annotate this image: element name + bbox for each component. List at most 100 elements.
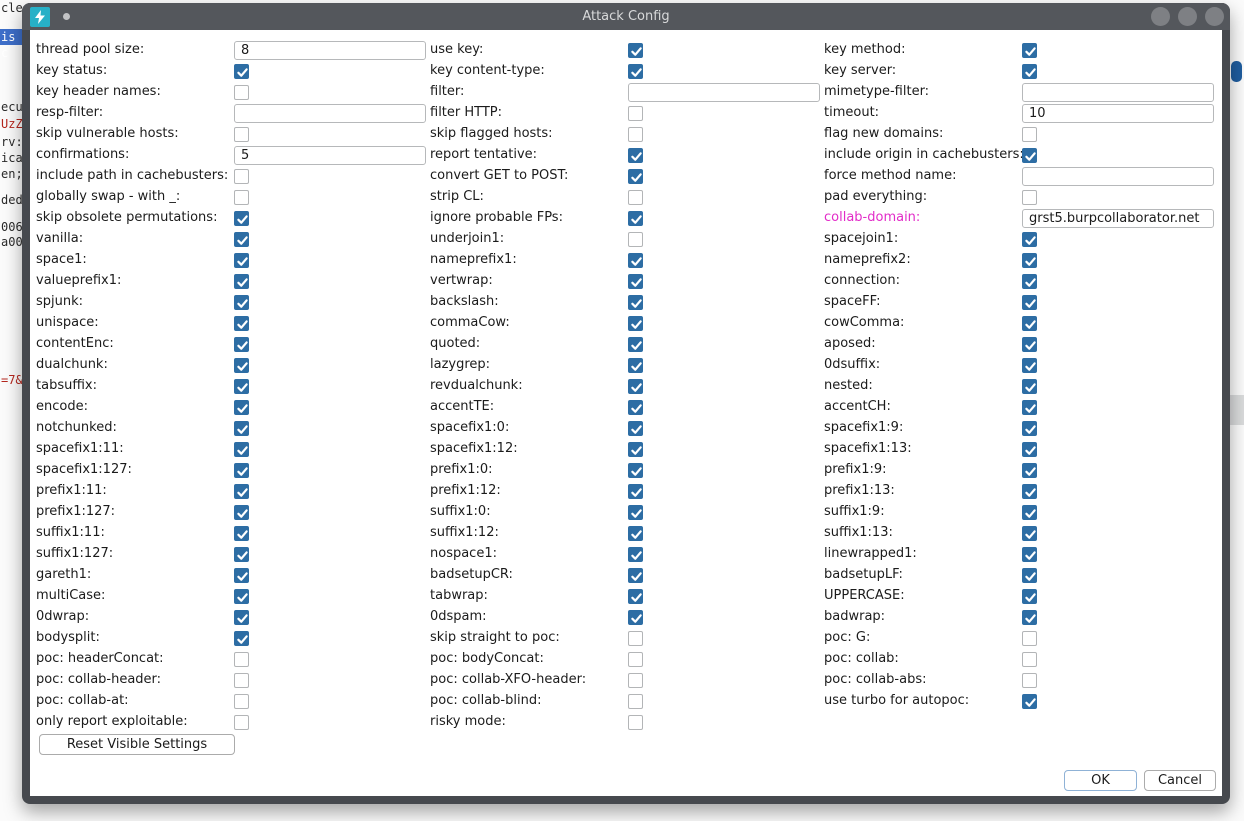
checkbox[interactable] bbox=[628, 337, 643, 352]
checkbox[interactable] bbox=[628, 652, 643, 667]
checkbox[interactable] bbox=[1022, 64, 1037, 79]
checkbox[interactable] bbox=[234, 316, 249, 331]
checkbox[interactable] bbox=[234, 589, 249, 604]
checkbox[interactable] bbox=[628, 715, 643, 730]
checkbox[interactable] bbox=[1022, 316, 1037, 331]
checkbox[interactable] bbox=[234, 547, 249, 562]
text-input[interactable] bbox=[234, 104, 426, 123]
checkbox[interactable] bbox=[628, 673, 643, 688]
checkbox[interactable] bbox=[234, 85, 249, 100]
checkbox[interactable] bbox=[1022, 274, 1037, 289]
checkbox[interactable] bbox=[628, 442, 643, 457]
text-input[interactable] bbox=[628, 83, 820, 102]
checkbox[interactable] bbox=[234, 337, 249, 352]
maximize-button[interactable] bbox=[1178, 7, 1197, 26]
checkbox[interactable] bbox=[628, 274, 643, 289]
checkbox[interactable] bbox=[628, 610, 643, 625]
checkbox[interactable] bbox=[628, 358, 643, 373]
checkbox[interactable] bbox=[234, 568, 249, 583]
checkbox[interactable] bbox=[628, 232, 643, 247]
checkbox[interactable] bbox=[1022, 337, 1037, 352]
checkbox[interactable] bbox=[1022, 463, 1037, 478]
checkbox[interactable] bbox=[628, 64, 643, 79]
checkbox[interactable] bbox=[1022, 253, 1037, 268]
checkbox[interactable] bbox=[1022, 442, 1037, 457]
checkbox[interactable] bbox=[1022, 631, 1037, 646]
checkbox[interactable] bbox=[234, 442, 249, 457]
checkbox[interactable] bbox=[1022, 379, 1037, 394]
checkbox[interactable] bbox=[1022, 652, 1037, 667]
checkbox[interactable] bbox=[234, 232, 249, 247]
checkbox[interactable] bbox=[628, 190, 643, 205]
checkbox[interactable] bbox=[234, 484, 249, 499]
checkbox[interactable] bbox=[1022, 484, 1037, 499]
dialog-titlebar[interactable]: Attack Config bbox=[22, 3, 1230, 30]
checkbox[interactable] bbox=[1022, 526, 1037, 541]
checkbox[interactable] bbox=[234, 169, 249, 184]
checkbox[interactable] bbox=[1022, 547, 1037, 562]
checkbox[interactable] bbox=[234, 610, 249, 625]
text-input[interactable] bbox=[1022, 167, 1214, 186]
checkbox[interactable] bbox=[1022, 568, 1037, 583]
checkbox[interactable] bbox=[628, 694, 643, 709]
text-input[interactable] bbox=[234, 41, 426, 60]
checkbox[interactable] bbox=[234, 295, 249, 310]
checkbox[interactable] bbox=[628, 568, 643, 583]
checkbox[interactable] bbox=[628, 526, 643, 541]
checkbox[interactable] bbox=[234, 127, 249, 142]
checkbox[interactable] bbox=[628, 295, 643, 310]
text-input[interactable] bbox=[1022, 209, 1214, 228]
checkbox[interactable] bbox=[234, 253, 249, 268]
checkbox[interactable] bbox=[628, 463, 643, 478]
close-button[interactable] bbox=[1205, 7, 1224, 26]
checkbox[interactable] bbox=[628, 316, 643, 331]
cancel-button[interactable]: Cancel bbox=[1144, 770, 1216, 791]
checkbox[interactable] bbox=[1022, 127, 1037, 142]
checkbox[interactable] bbox=[1022, 505, 1037, 520]
checkbox[interactable] bbox=[234, 211, 249, 226]
checkbox[interactable] bbox=[628, 589, 643, 604]
checkbox[interactable] bbox=[628, 127, 643, 142]
checkbox[interactable] bbox=[628, 400, 643, 415]
checkbox[interactable] bbox=[1022, 589, 1037, 604]
checkbox[interactable] bbox=[234, 358, 249, 373]
checkbox[interactable] bbox=[1022, 694, 1037, 709]
checkbox[interactable] bbox=[234, 463, 249, 478]
checkbox[interactable] bbox=[628, 421, 643, 436]
text-input[interactable] bbox=[1022, 83, 1214, 102]
checkbox[interactable] bbox=[1022, 400, 1037, 415]
checkbox[interactable] bbox=[234, 631, 249, 646]
checkbox[interactable] bbox=[234, 694, 249, 709]
checkbox[interactable] bbox=[234, 652, 249, 667]
checkbox[interactable] bbox=[234, 379, 249, 394]
checkbox[interactable] bbox=[628, 505, 643, 520]
checkbox[interactable] bbox=[1022, 190, 1037, 205]
checkbox[interactable] bbox=[234, 715, 249, 730]
checkbox[interactable] bbox=[1022, 295, 1037, 310]
checkbox[interactable] bbox=[628, 547, 643, 562]
checkbox[interactable] bbox=[234, 400, 249, 415]
checkbox[interactable] bbox=[628, 106, 643, 121]
checkbox[interactable] bbox=[628, 43, 643, 58]
reset-visible-settings-button[interactable]: Reset Visible Settings bbox=[39, 734, 235, 755]
checkbox[interactable] bbox=[628, 484, 643, 499]
minimize-button[interactable] bbox=[1151, 7, 1170, 26]
checkbox[interactable] bbox=[1022, 43, 1037, 58]
checkbox[interactable] bbox=[628, 148, 643, 163]
checkbox[interactable] bbox=[234, 673, 249, 688]
checkbox[interactable] bbox=[628, 211, 643, 226]
checkbox[interactable] bbox=[1022, 673, 1037, 688]
checkbox[interactable] bbox=[1022, 358, 1037, 373]
checkbox[interactable] bbox=[1022, 421, 1037, 436]
checkbox[interactable] bbox=[1022, 610, 1037, 625]
checkbox[interactable] bbox=[628, 379, 643, 394]
text-input[interactable] bbox=[1022, 104, 1214, 123]
checkbox[interactable] bbox=[234, 64, 249, 79]
checkbox[interactable] bbox=[234, 274, 249, 289]
checkbox[interactable] bbox=[234, 421, 249, 436]
checkbox[interactable] bbox=[1022, 148, 1037, 163]
checkbox[interactable] bbox=[628, 631, 643, 646]
checkbox[interactable] bbox=[234, 505, 249, 520]
checkbox[interactable] bbox=[234, 526, 249, 541]
checkbox[interactable] bbox=[628, 253, 643, 268]
